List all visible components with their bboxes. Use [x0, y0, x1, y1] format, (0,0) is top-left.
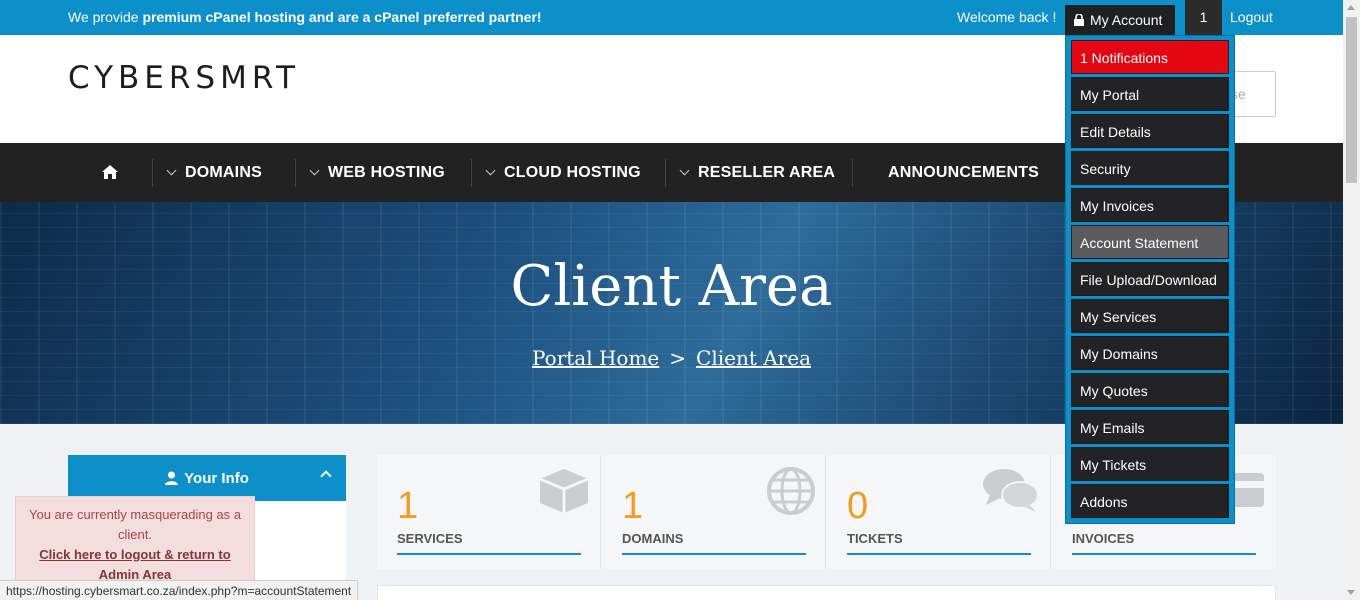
page-scrollbar[interactable] — [1343, 0, 1360, 600]
breadcrumb-portal-home[interactable]: Portal Home — [532, 346, 659, 370]
chevron-up-icon[interactable] — [320, 470, 332, 482]
stat-label: INVOICES — [1072, 531, 1135, 546]
menu-item-security[interactable]: Security — [1071, 151, 1229, 185]
chevron-down-icon — [309, 165, 320, 176]
scroll-up-icon[interactable] — [1347, 5, 1355, 10]
nav-label: RESELLER AREA — [698, 164, 836, 181]
menu-item-addons[interactable]: Addons — [1071, 484, 1229, 518]
chevron-down-icon — [679, 165, 690, 176]
menu-item-my-portal[interactable]: My Portal — [1071, 77, 1229, 111]
menu-item-my-tickets[interactable]: My Tickets — [1071, 447, 1229, 481]
nav-label: WEB HOSTING — [328, 164, 445, 181]
stat-label: DOMAINS — [622, 531, 684, 546]
menu-item-my-emails[interactable]: My Emails — [1071, 410, 1229, 444]
menu-item-edit-details[interactable]: Edit Details — [1071, 114, 1229, 148]
chevron-down-icon — [166, 165, 177, 176]
home-icon[interactable] — [101, 164, 119, 180]
nav-item-domains[interactable]: DOMAINS — [166, 143, 262, 202]
stat-tile-tickets[interactable]: 0 TICKETS — [827, 455, 1051, 569]
lock-icon — [1074, 14, 1084, 26]
masquerade-alert: You are currently masquerading as a clie… — [15, 496, 255, 582]
nav-label: CLOUD HOSTING — [504, 164, 641, 181]
menu-item-my-invoices[interactable]: My Invoices — [1071, 188, 1229, 222]
welcome-text: Welcome back ! — [957, 9, 1057, 25]
menu-item-file-upload-download[interactable]: File Upload/Download — [1071, 262, 1229, 296]
menu-item-my-services[interactable]: My Services — [1071, 299, 1229, 333]
breadcrumb-separator: > — [669, 346, 687, 370]
menu-item-my-domains[interactable]: My Domains — [1071, 336, 1229, 370]
nav-item-web-hosting[interactable]: WEB HOSTING — [309, 143, 445, 202]
stat-label: SERVICES — [397, 531, 463, 546]
notification-count-button[interactable]: 1 — [1185, 0, 1222, 35]
nav-divider — [471, 159, 472, 187]
page: We provide premium cPanel hosting and ar… — [0, 0, 1360, 600]
scrollbar-thumb[interactable] — [1346, 17, 1357, 183]
promo-bold: premium cPanel hosting and are a cPanel … — [142, 9, 542, 25]
stat-label: TICKETS — [847, 531, 903, 546]
nav-divider — [665, 159, 666, 187]
comments-icon — [983, 469, 1039, 512]
stat-count: 0 — [847, 485, 869, 527]
return-to-admin-link[interactable]: Click here to logout & return to Admin A… — [39, 547, 230, 582]
my-account-button[interactable]: My Account — [1065, 5, 1175, 35]
cybersmart-logo[interactable]: CYBERSMRT — [68, 60, 300, 96]
breadcrumb-client-area[interactable]: Client Area — [696, 346, 811, 370]
masquerade-message: You are currently masquerading as a clie… — [29, 507, 241, 542]
scroll-down-icon[interactable] — [1347, 590, 1355, 595]
stat-underline — [622, 553, 806, 555]
your-info-label: Your Info — [184, 470, 249, 487]
chevron-down-icon — [485, 165, 496, 176]
nav-item-reseller-area[interactable]: RESELLER AREA — [679, 143, 836, 202]
stat-underline — [1072, 553, 1256, 555]
stat-underline — [397, 553, 581, 555]
globe-icon — [767, 467, 815, 515]
user-icon — [165, 471, 179, 485]
menu-item-my-quotes[interactable]: My Quotes — [1071, 373, 1229, 407]
stat-count: 1 — [622, 485, 644, 527]
content-panel — [377, 585, 1276, 600]
status-bar-url: https://hosting.cybersmart.co.za/index.p… — [0, 580, 359, 600]
nav-divider — [852, 159, 853, 187]
stat-tile-services[interactable]: 1 SERVICES — [377, 455, 601, 569]
promo-text: We provide premium cPanel hosting and ar… — [68, 9, 542, 25]
nav-item-announcements[interactable]: ANNOUNCEMENTS — [888, 143, 1039, 202]
nav-label: DOMAINS — [185, 164, 262, 181]
nav-item-cloud-hosting[interactable]: CLOUD HOSTING — [485, 143, 641, 202]
menu-item-notifications[interactable]: 1 Notifications — [1071, 40, 1229, 74]
nav-divider — [295, 159, 296, 187]
stat-tile-domains[interactable]: 1 DOMAINS — [602, 455, 826, 569]
nav-divider — [152, 159, 153, 187]
box-icon — [539, 469, 589, 513]
stat-count: 1 — [397, 485, 419, 527]
my-account-label: My Account — [1090, 12, 1163, 28]
logout-link[interactable]: Logout — [1230, 9, 1273, 25]
menu-item-account-statement[interactable]: Account Statement — [1071, 225, 1229, 259]
account-dropdown-menu: 1 Notifications My Portal Edit Details S… — [1065, 35, 1235, 524]
top-bar: We provide premium cPanel hosting and ar… — [0, 0, 1343, 35]
your-info-panel-header[interactable]: Your Info — [68, 455, 346, 501]
stat-underline — [847, 553, 1031, 555]
promo-prefix: We provide — [68, 9, 143, 25]
